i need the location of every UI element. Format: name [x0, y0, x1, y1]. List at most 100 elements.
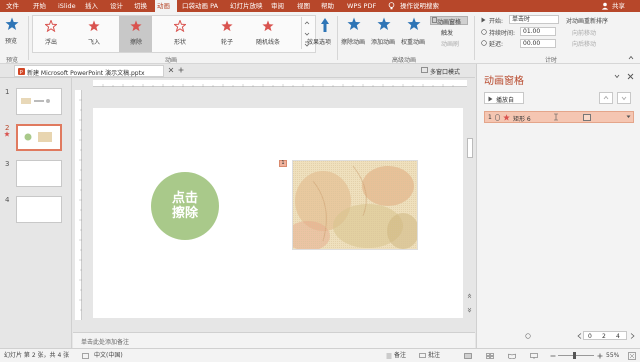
- menu-tab-slideshow[interactable]: 幻灯片放映: [230, 0, 263, 12]
- collapse-ribbon-icon[interactable]: [628, 55, 634, 60]
- timeline-scale: 0 2 4: [583, 331, 627, 340]
- menu-tab-transitions[interactable]: 切换: [134, 0, 147, 12]
- prev-slide-icon[interactable]: [466, 293, 473, 300]
- start-select[interactable]: 单击时: [509, 15, 559, 24]
- share-icon[interactable]: [601, 2, 609, 10]
- menu-tab-view[interactable]: 视图: [297, 0, 310, 12]
- anim-star-icon-2[interactable]: [377, 17, 391, 31]
- menu-tab-islide[interactable]: iSlide: [58, 0, 76, 12]
- effect-options-button[interactable]: 效果选项: [307, 37, 331, 46]
- add-animation-icon[interactable]: [347, 17, 361, 31]
- fly-in-icon[interactable]: [88, 20, 100, 32]
- menu-tab-review[interactable]: 审阅: [271, 0, 284, 12]
- slide-thumbnail-3[interactable]: [16, 160, 62, 187]
- anim-painter-button[interactable]: 动画刷: [441, 39, 459, 48]
- notes-toggle[interactable]: 备注: [394, 349, 406, 362]
- wheel-icon[interactable]: [221, 20, 233, 32]
- separator: [28, 16, 29, 60]
- start-label: 开始:: [489, 18, 504, 25]
- slide-sorter-icon[interactable]: [486, 353, 494, 359]
- weight-anim-button[interactable]: 权重动画: [401, 37, 425, 46]
- circle-text-line2: 擦除: [171, 206, 198, 221]
- next-slide-icon[interactable]: [466, 306, 473, 313]
- effect-options-icon[interactable]: [320, 17, 330, 33]
- effect-wipe[interactable]: 擦除: [130, 37, 142, 46]
- effect-wheel[interactable]: 轮子: [221, 37, 233, 46]
- multi-window-mode-button[interactable]: 多窗口模式: [430, 67, 460, 76]
- share-button[interactable]: 共享: [612, 0, 625, 12]
- move-earlier-button[interactable]: 向前移动: [572, 28, 596, 37]
- menu-tab-file[interactable]: 文件: [6, 0, 19, 12]
- new-tab-icon[interactable]: [178, 67, 184, 73]
- move-up-button[interactable]: [599, 92, 613, 104]
- animation-list-item[interactable]: 1 矩形 6: [484, 111, 634, 123]
- delay-input[interactable]: 00.00: [520, 39, 556, 48]
- random-bars-icon[interactable]: [262, 20, 274, 32]
- preview-button[interactable]: 预览: [5, 36, 17, 45]
- anim-star-icon-3[interactable]: [407, 17, 421, 31]
- slide-editing-area: 点击 擦除 1: [73, 78, 475, 332]
- slide-canvas[interactable]: 点击 擦除 1: [93, 108, 463, 318]
- timing-bar[interactable]: [583, 114, 591, 121]
- wipe-effect-star-icon: [503, 114, 510, 121]
- language-status[interactable]: 中文(中国): [94, 349, 123, 362]
- menu-tab-design[interactable]: 设计: [110, 0, 123, 12]
- preview-star-icon[interactable]: [5, 17, 19, 31]
- animation-pane: 动画窗格 播放自 1 矩形 6 0 2 4: [476, 64, 640, 348]
- effect-random-bars[interactable]: 随机线条: [256, 37, 280, 46]
- pane-options-icon[interactable]: [614, 74, 620, 79]
- animation-group-label: 动画: [165, 57, 178, 64]
- animation-order-marker[interactable]: 1: [279, 160, 287, 167]
- menu-tab-pa[interactable]: 口袋动画 PA: [182, 0, 218, 12]
- zoom-out-icon[interactable]: [550, 353, 556, 359]
- duration-icon: [481, 29, 487, 35]
- play-from-button[interactable]: 播放自: [484, 92, 524, 104]
- slide-thumbnail-1[interactable]: [16, 88, 62, 115]
- wipe-icon[interactable]: [130, 20, 142, 32]
- click-wipe-circle[interactable]: 点击 擦除: [151, 172, 219, 240]
- timeline-tick-2: 2: [602, 333, 606, 340]
- timeline-tick-0: 0: [588, 333, 592, 340]
- normal-view-icon[interactable]: [464, 353, 472, 359]
- zoom-in-icon[interactable]: [597, 353, 603, 359]
- menu-tab-home[interactable]: 开始: [33, 0, 46, 12]
- reading-view-icon[interactable]: [508, 353, 516, 359]
- move-down-button[interactable]: [617, 92, 631, 104]
- menu-tab-insert[interactable]: 插入: [85, 0, 98, 12]
- duration-input[interactable]: 01.00: [520, 27, 556, 36]
- vertical-scrollbar-thumb[interactable]: [467, 138, 473, 158]
- slide-count-status: 幻灯片 第 2 张，共 4 张: [4, 352, 70, 359]
- mouse-click-icon: [495, 114, 500, 121]
- slide-thumbnail-2[interactable]: [16, 124, 62, 151]
- trigger-button[interactable]: 触发: [441, 28, 453, 37]
- animation-pane-title: 动画窗格: [484, 76, 524, 87]
- document-tab[interactable]: P 新建 Microsoft PowerPoint 演示文稿.pptx: [14, 65, 164, 77]
- leaf-image-rectangle[interactable]: [292, 160, 418, 250]
- timeline-right-icon[interactable]: [630, 333, 635, 339]
- effect-fly-in[interactable]: 飞入: [88, 37, 100, 46]
- add-animation-button[interactable]: 擦除动画: [341, 37, 365, 46]
- second-anim-button[interactable]: 添加动画: [371, 37, 395, 46]
- timeline-left-icon[interactable]: [577, 333, 582, 339]
- close-pane-icon[interactable]: [627, 73, 634, 80]
- menu-tab-help[interactable]: 帮助: [321, 0, 334, 12]
- effect-float-in[interactable]: 浮出: [45, 37, 57, 46]
- zoom-slider-track[interactable]: [558, 355, 594, 356]
- float-in-icon[interactable]: [45, 20, 57, 32]
- slide-thumbnail-4[interactable]: [16, 196, 62, 223]
- notes-pane[interactable]: 单击此处添加备注: [73, 332, 475, 348]
- zoom-slider-thumb[interactable]: [573, 352, 576, 359]
- slideshow-view-icon[interactable]: [530, 353, 538, 359]
- menu-tab-animations[interactable]: 动画: [155, 0, 177, 12]
- fit-to-window-icon[interactable]: [628, 352, 636, 360]
- close-tab-icon[interactable]: [168, 67, 174, 73]
- item-dropdown-icon[interactable]: [626, 115, 631, 119]
- comments-toggle[interactable]: 批注: [428, 349, 440, 362]
- start-icon: [481, 17, 486, 23]
- move-later-button[interactable]: 向后移动: [572, 39, 596, 48]
- effect-shape[interactable]: 形状: [174, 37, 186, 46]
- tell-me-search[interactable]: 操作说明搜索: [400, 0, 439, 12]
- shape-icon[interactable]: [174, 20, 186, 32]
- menu-tab-wpspdf[interactable]: WPS PDF: [347, 0, 376, 12]
- zoom-level[interactable]: 55%: [606, 349, 619, 362]
